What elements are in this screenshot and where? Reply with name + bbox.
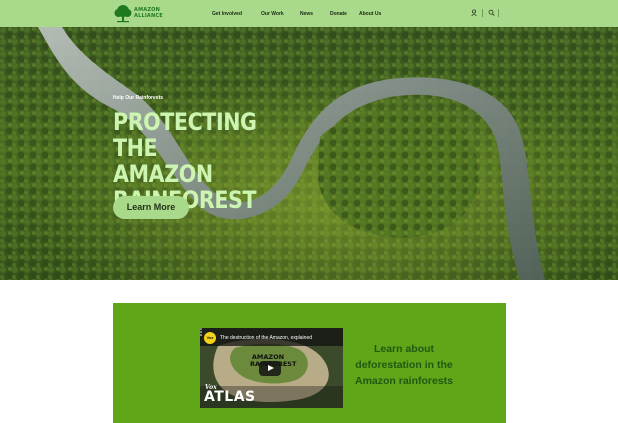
video-thumbnail[interactable]: Vox The destruction of the Amazon, expla…	[200, 328, 343, 408]
hero-kicker: Help Our Rainforests	[113, 95, 164, 101]
hero-forest-river-image	[0, 27, 618, 280]
hero-section: Help Our Rainforests PROTECTING THE AMAZ…	[0, 27, 618, 280]
nav-item-donate[interactable]: Donate	[330, 11, 347, 17]
logo[interactable]: AMAZON ALLIANCE	[114, 4, 163, 23]
video-caption-line-2: deforestation in the	[355, 359, 453, 371]
site-header: AMAZON ALLIANCE Get Involved Our Work Ne…	[0, 0, 618, 27]
nav-item-get-involved[interactable]: Get Involved	[212, 11, 242, 17]
logo-wordmark: AMAZON ALLIANCE	[134, 7, 163, 19]
hero-headline-line-2: AMAZON	[113, 160, 213, 188]
user-icon[interactable]	[471, 9, 477, 17]
search-icon[interactable]	[488, 9, 495, 17]
play-icon[interactable]	[259, 361, 281, 376]
tree-icon	[114, 5, 132, 23]
nav-item-news[interactable]: News	[300, 11, 313, 17]
video-caption: Learn about deforestation in the Amazon …	[350, 341, 458, 389]
header-divider	[482, 9, 483, 17]
header-divider	[498, 9, 499, 17]
logo-line-2: ALLIANCE	[134, 13, 163, 19]
learn-more-button[interactable]: Learn More	[113, 196, 189, 219]
video-caption-line-3: Amazon rainforests	[354, 375, 454, 387]
hero-headline-line-1: PROTECTING THE	[113, 108, 257, 162]
nav-item-about-us[interactable]: About Us	[359, 11, 381, 17]
more-options-icon[interactable]	[200, 328, 202, 336]
vox-channel-badge[interactable]: Vox	[204, 332, 216, 344]
nav-item-our-work[interactable]: Our Work	[261, 11, 284, 17]
video-caption-line-1: Learn about	[373, 343, 435, 355]
atlas-brand: ATLAS	[204, 389, 256, 405]
video-title[interactable]: The destruction of the Amazon, explained	[220, 335, 312, 341]
